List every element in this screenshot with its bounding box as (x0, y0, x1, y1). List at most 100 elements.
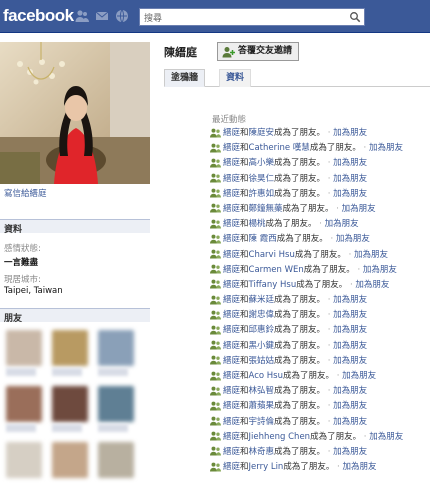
add-friend-link[interactable]: 加為朋友 (333, 356, 367, 366)
actor-name-link[interactable]: 縉庭 (223, 386, 240, 396)
friend-thumbnail[interactable] (6, 386, 46, 432)
friend-thumbnail[interactable] (52, 442, 92, 478)
actor-name-link[interactable]: 縉庭 (223, 447, 240, 457)
tab-info[interactable]: 資料 (219, 69, 252, 87)
actor-name-link[interactable]: 縉庭 (223, 371, 240, 381)
add-friend-link[interactable]: 加為朋友 (333, 189, 367, 199)
actor-name-link[interactable]: 縉庭 (223, 158, 240, 168)
friend-name-link[interactable]: 黑小鍵 (249, 341, 275, 351)
add-friend-link[interactable]: 加為朋友 (342, 204, 376, 214)
add-friend-link[interactable]: 加為朋友 (369, 432, 403, 442)
actor-name-link[interactable]: 縉庭 (223, 341, 240, 351)
actor-name-link[interactable]: 縉庭 (223, 128, 240, 138)
add-friend-link[interactable]: 加為朋友 (333, 341, 367, 351)
actor-name-link[interactable]: 縉庭 (223, 280, 240, 290)
friend-name-link[interactable]: Aco Hsu (249, 371, 283, 381)
friend-name-link[interactable]: Charvi Hsu (249, 250, 295, 260)
add-friend-link[interactable]: 加為朋友 (325, 219, 359, 229)
friend-name-link[interactable]: Catherine 嘆慧 (249, 143, 310, 153)
add-friend-link[interactable]: 加為朋友 (336, 234, 370, 244)
add-friend-link[interactable]: 加為朋友 (333, 310, 367, 320)
friend-name-link[interactable]: Carmen WEn (249, 265, 304, 275)
actor-name-link[interactable]: 縉庭 (223, 250, 240, 260)
respond-friend-request-button[interactable]: 答覆交友邀請 (217, 42, 300, 61)
add-friend-link[interactable]: 加為朋友 (369, 143, 403, 153)
add-friend-link[interactable]: 加為朋友 (333, 386, 367, 396)
friend-name-link[interactable]: 許惠如 (249, 189, 275, 199)
actor-name-link[interactable]: 縉庭 (223, 234, 240, 244)
friend-name-link[interactable]: 鄭鐘無藥 (249, 204, 283, 214)
friend-thumbnail[interactable] (52, 330, 92, 376)
add-friend-link[interactable]: 加為朋友 (333, 158, 367, 168)
connector-text: 和 (240, 143, 249, 154)
actor-name-link[interactable]: 縉庭 (223, 401, 240, 411)
search-icon[interactable] (349, 11, 361, 23)
friend-thumbnail[interactable] (98, 386, 138, 432)
separator: · (327, 173, 331, 184)
actor-name-link[interactable]: 縉庭 (223, 143, 240, 153)
friend-name-link[interactable]: Jiehheng Chen (249, 432, 311, 442)
add-friend-link[interactable]: 加為朋友 (354, 250, 388, 260)
friend-name-link[interactable]: Jerry Lin (249, 462, 284, 472)
friend-thumbnail[interactable] (6, 330, 46, 376)
connector-text: 和 (240, 462, 249, 473)
add-friend-link[interactable]: 加為朋友 (355, 280, 389, 290)
add-friend-link[interactable]: 加為朋友 (363, 265, 397, 275)
friend-name-link[interactable]: 陳庭安 (249, 128, 275, 138)
separator: · (327, 128, 331, 138)
friend-name-link[interactable]: 邱惠鈴 (249, 325, 275, 335)
friend-name-link[interactable]: 林弘智 (249, 386, 275, 396)
actor-name-link[interactable]: 縉庭 (223, 310, 240, 320)
friend-name-link[interactable]: Tiffany Hsu (249, 280, 297, 290)
messages-icon[interactable] (95, 9, 109, 23)
facebook-logo[interactable]: facebook (3, 6, 74, 26)
actor-name-link[interactable]: 縉庭 (223, 295, 240, 305)
add-friend-link[interactable]: 加為朋友 (342, 371, 376, 381)
add-friend-link[interactable]: 加為朋友 (333, 417, 367, 427)
friend-thumbnail[interactable] (98, 330, 138, 376)
notifications-icon[interactable] (115, 9, 129, 23)
search-input[interactable] (140, 9, 340, 25)
search-box[interactable] (139, 8, 365, 26)
friend-thumbnail[interactable] (6, 442, 46, 478)
connector-text: 和 (240, 219, 249, 230)
actor-name-link[interactable]: 縉庭 (223, 174, 240, 184)
became-friends-text: 成為了朋友。 (274, 188, 326, 199)
actor-name-link[interactable]: 縉庭 (223, 325, 240, 335)
add-friend-link[interactable]: 加為朋友 (333, 128, 367, 138)
friend-name-link[interactable]: 高小樂 (249, 158, 275, 168)
friend-requests-icon[interactable] (75, 9, 89, 23)
actor-name-link[interactable]: 縉庭 (223, 204, 240, 214)
feed-item: 縉庭和邱惠鈴成為了朋友。 · 加為朋友 (210, 323, 430, 338)
actor-name-link[interactable]: 縉庭 (223, 432, 240, 442)
became-friends-text: 成為了朋友。 (274, 310, 326, 321)
friend-name-link[interactable]: 蕭蘋果 (249, 401, 275, 411)
friend-thumbnail[interactable] (98, 442, 138, 478)
write-message-link[interactable]: 寫信給縉庭 (4, 187, 47, 199)
add-friend-link[interactable]: 加為朋友 (333, 447, 367, 457)
add-friend-link[interactable]: 加為朋友 (333, 174, 367, 184)
actor-name-link[interactable]: 縉庭 (223, 189, 240, 199)
friend-name-link[interactable]: 張姑姑 (249, 356, 275, 366)
actor-name-link[interactable]: 縉庭 (223, 219, 240, 229)
friend-name-link[interactable]: 宇詩倫 (249, 417, 275, 427)
friend-name-link[interactable]: 蘇米廷 (249, 295, 275, 305)
add-friend-link[interactable]: 加為朋友 (333, 295, 367, 305)
actor-name-link[interactable]: 縉庭 (223, 417, 240, 427)
add-friend-link[interactable]: 加為朋友 (333, 401, 367, 411)
actor-name-link[interactable]: 縉庭 (223, 462, 240, 472)
friend-name-link[interactable]: 林奇惠 (249, 447, 275, 457)
add-friend-link[interactable]: 加為朋友 (333, 325, 367, 335)
friend-name-link[interactable]: 楊桃 (249, 219, 266, 229)
feed-item: 縉庭和Aco Hsu成為了朋友。 · 加為朋友 (210, 369, 430, 384)
profile-name: 陳縉庭 (164, 46, 197, 59)
add-friend-link[interactable]: 加為朋友 (342, 462, 376, 472)
friend-thumbnail[interactable] (52, 386, 92, 432)
friend-name-link[interactable]: 徐昊仁 (249, 174, 275, 184)
profile-picture[interactable] (0, 42, 150, 184)
actor-name-link[interactable]: 縉庭 (223, 356, 240, 366)
friend-name-link[interactable]: 陳 霞西 (249, 234, 277, 244)
actor-name-link[interactable]: 縉庭 (223, 265, 240, 275)
friend-name-link[interactable]: 謝忠偉 (249, 310, 275, 320)
tab-wall[interactable]: 塗鴉牆 (164, 69, 206, 87)
